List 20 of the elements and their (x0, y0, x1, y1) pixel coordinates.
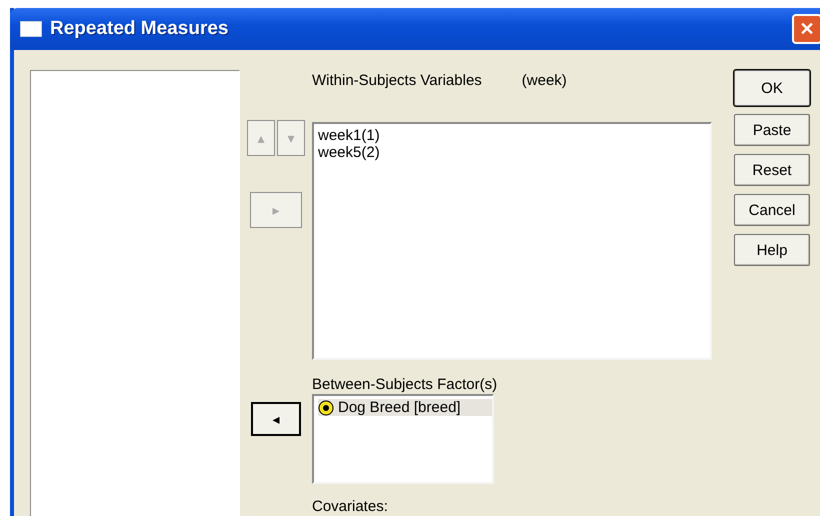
within-label: Within-Subjects Variables (312, 72, 482, 91)
close-button[interactable]: ✕ (792, 14, 820, 44)
within-list[interactable]: week1(1) week5(2) (312, 122, 712, 360)
dialog-button[interactable]: OK (734, 70, 810, 106)
list-item[interactable]: week1(1) (318, 127, 384, 144)
list-item[interactable]: Dog Breed [breed] (318, 399, 492, 416)
nominal-variable-icon (318, 400, 334, 416)
dialog-button[interactable]: Paste (734, 114, 810, 146)
window-icon (20, 21, 42, 37)
between-list[interactable]: Dog Breed [breed] (312, 394, 494, 484)
move-button[interactable]: ◂ (251, 402, 301, 436)
dialog-button[interactable]: Cancel (734, 194, 810, 226)
list-item[interactable]: week5(2) (318, 144, 384, 161)
window-title: Repeated Measures (50, 18, 230, 40)
variable-list[interactable] (30, 70, 240, 516)
dialog-button[interactable]: Reset (734, 154, 810, 186)
between-label: Between-Subjects Factor(s) (312, 376, 498, 393)
covariates-label: Covariates: (312, 498, 388, 515)
dialog-button[interactable]: Help (734, 234, 810, 266)
factor-label: (week) (522, 72, 567, 91)
